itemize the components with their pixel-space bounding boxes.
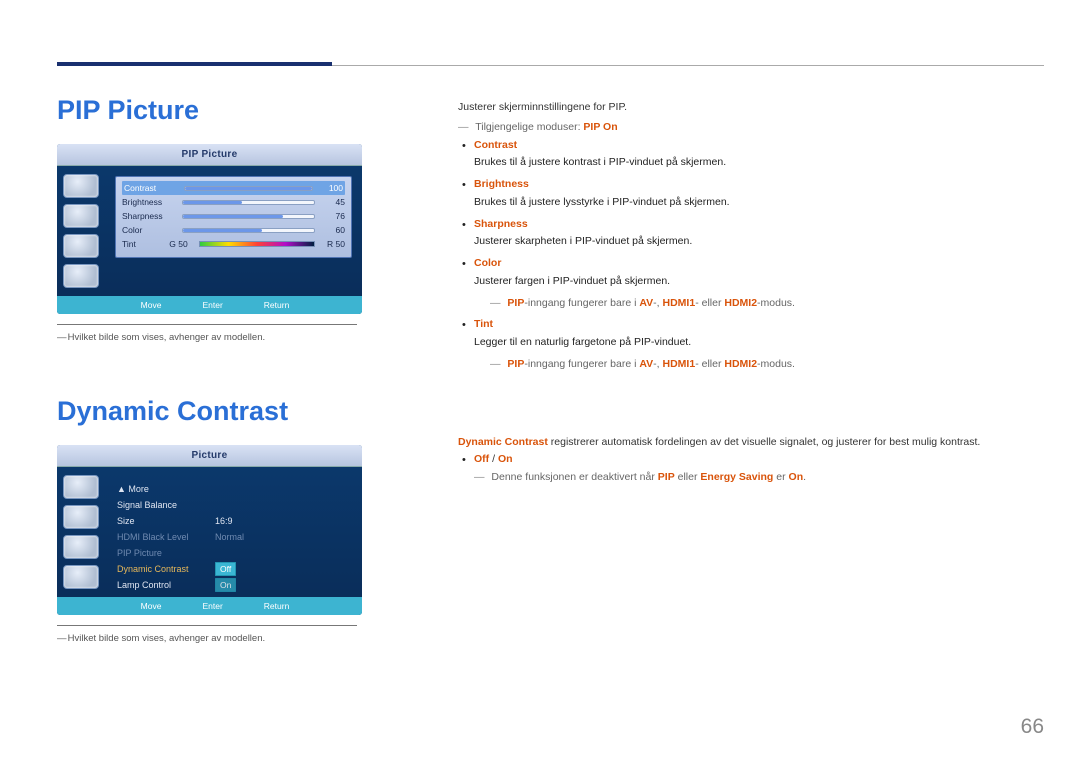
osd-screenshot-1: PIP Picture Contrast 100 Brightness	[57, 144, 362, 314]
dyncontrast-lead: Dynamic Contrast registrerer automatisk …	[458, 435, 1038, 451]
osd-row-contrast: Contrast 100	[122, 181, 345, 195]
tint-gradient	[199, 241, 315, 247]
dyncontrast-note: Denne funksjonen er deaktivert når PIP e…	[474, 470, 1038, 486]
item-tint: Tint Legger til en naturlig fargetone på…	[458, 317, 1038, 372]
footer-move: Move	[130, 300, 162, 310]
row-size: Size16:9	[117, 513, 350, 529]
item-sharpness: Sharpness Justerer skarpheten i PIP-vind…	[458, 217, 1038, 251]
osd-sidebar-icons	[57, 166, 109, 296]
osd-label: Contrast	[124, 183, 184, 193]
row-signal-balance: Signal Balance	[117, 497, 350, 513]
osd-icon-1	[63, 475, 99, 499]
osd-icon-4	[63, 264, 99, 288]
row-hdmi-black: HDMI Black LevelNormal	[117, 529, 350, 545]
caption-2: ― Hvilket bilde som vises, avhenger av m…	[57, 632, 387, 645]
modes-note: Tilgjengelige moduser: PIP On	[458, 120, 1038, 136]
osd-row-tint: Tint G 50 R 50	[122, 237, 345, 251]
item-contrast: Contrast Brukes til å justere kontrast i…	[458, 138, 1038, 172]
osd-icon-2	[63, 505, 99, 529]
item-brightness: Brightness Brukes til å justere lysstyrk…	[458, 177, 1038, 211]
footer-enter: Enter	[191, 300, 222, 310]
osd-title-bar-2: Picture	[57, 445, 362, 467]
divider	[57, 324, 357, 325]
footer-return: Return	[253, 300, 290, 310]
osd-icon-3	[63, 234, 99, 258]
osd-icon-3	[63, 535, 99, 559]
row-pip-picture: PIP Picture	[117, 545, 350, 561]
osd-icon-4	[63, 565, 99, 589]
osd-panel: Contrast 100 Brightness 45 Sharpness 76	[115, 176, 352, 258]
osd-title-bar: PIP Picture	[57, 144, 362, 166]
footer-return: Return	[253, 601, 290, 611]
dynamic-contrast-heading: Dynamic Contrast	[57, 396, 362, 427]
option-off-on: Off / On	[458, 452, 1038, 468]
pip-intro: Justerer skjerminnstillingene for PIP.	[458, 100, 1038, 116]
osd-icon-1	[63, 174, 99, 198]
osd-row-sharpness: Sharpness 76	[122, 209, 345, 223]
caption-1: ― Hvilket bilde som vises, avhenger av m…	[57, 331, 387, 344]
row-more: ▲ More	[117, 481, 350, 497]
footer-enter: Enter	[191, 601, 222, 611]
left-column: PIP Picture PIP Picture Contrast 100 Br	[57, 95, 362, 646]
pip-picture-heading: PIP Picture	[57, 95, 362, 126]
page-number: 66	[1021, 715, 1044, 739]
osd-sidebar-icons-2	[57, 467, 109, 597]
osd-footer-2: Move Enter Return	[57, 597, 362, 615]
osd-value: 100	[319, 183, 343, 193]
row-dynamic-contrast: Dynamic ContrastOff	[117, 561, 350, 577]
right-column: Justerer skjerminnstillingene for PIP. T…	[458, 100, 1038, 492]
osd-screenshot-2: Picture ▲ More Signal Balance Size16:9 H…	[57, 445, 362, 615]
color-note: PIP-inngang fungerer bare i AV-, HDMI1- …	[490, 296, 1038, 312]
item-color: Color Justerer fargen i PIP-vinduet på s…	[458, 256, 1038, 311]
page-top-accent	[57, 62, 332, 66]
pip-settings-list: Contrast Brukes til å justere kontrast i…	[458, 138, 1038, 373]
osd-row-color: Color 60	[122, 223, 345, 237]
footer-move: Move	[130, 601, 162, 611]
osd-icon-2	[63, 204, 99, 228]
osd-footer: Move Enter Return	[57, 296, 362, 314]
divider-2	[57, 625, 357, 626]
osd-row-brightness: Brightness 45	[122, 195, 345, 209]
osd-list: ▲ More Signal Balance Size16:9 HDMI Blac…	[115, 477, 352, 613]
tint-note: PIP-inngang fungerer bare i AV-, HDMI1- …	[490, 357, 1038, 373]
dyncontrast-options: Off / On	[458, 452, 1038, 468]
row-lamp-control: Lamp ControlOn	[117, 577, 350, 593]
